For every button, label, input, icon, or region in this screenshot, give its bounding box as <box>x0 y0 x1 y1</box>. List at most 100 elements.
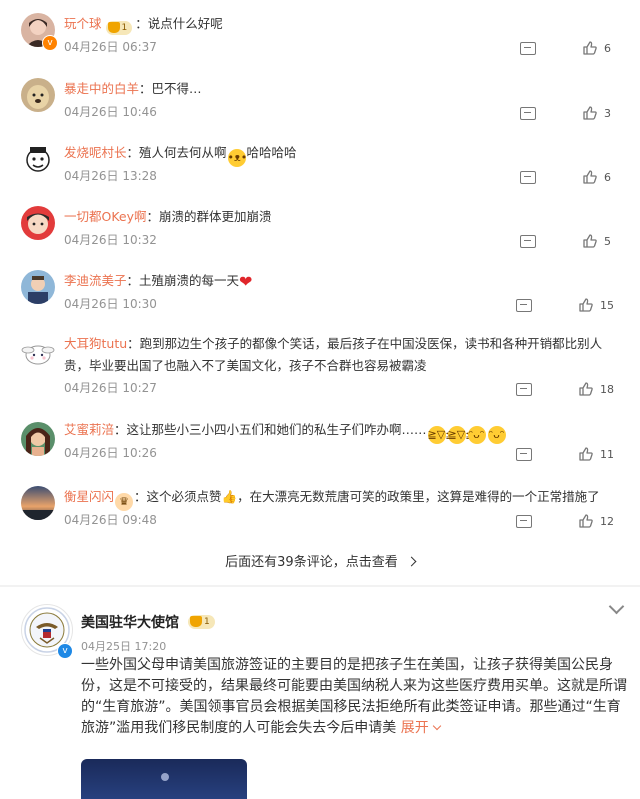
avatar[interactable] <box>21 486 55 520</box>
like-icon[interactable] <box>578 297 594 313</box>
colon: ： <box>126 145 140 160</box>
more-comments-label: 后面还有39条评论，点击查看 <box>225 555 398 570</box>
avatar[interactable] <box>21 270 55 304</box>
username[interactable]: 玩个球 <box>64 16 102 31</box>
comment-text-suffix: 哈哈哈哈 <box>246 145 297 160</box>
like-icon[interactable] <box>578 513 594 529</box>
username[interactable]: 衡星闪闪 <box>64 489 114 504</box>
doge-emoji: •ᴥ• <box>227 149 247 167</box>
colon: ： <box>139 81 152 96</box>
level-badge: 1 <box>105 21 133 35</box>
like-count: 6 <box>604 41 611 55</box>
reply-icon[interactable] <box>520 41 536 55</box>
laugh-cry-emoji: ≧▽≦ <box>447 426 474 444</box>
avatar[interactable] <box>21 422 55 456</box>
comment-text-suffix: ，在大漂亮无数荒唐可笑的政策里，这算是难得的一个正常措施了 <box>237 489 600 504</box>
username[interactable]: 艾蜜莉涪 <box>64 422 114 437</box>
colon: ： <box>114 422 127 437</box>
comment-actions: 6 <box>520 169 614 185</box>
comment-text: 土殖崩溃的每一天 <box>139 273 240 288</box>
comment-time: 04月26日 06:37 <box>64 40 157 54</box>
username[interactable]: 发烧呢村长 <box>64 145 127 160</box>
comment-actions: 12 <box>516 513 614 529</box>
expand-link[interactable]: 展开 <box>401 720 440 736</box>
comment-time: 04月26日 10:26 <box>64 446 157 460</box>
avatar[interactable] <box>21 78 55 112</box>
comment-actions: 11 <box>516 446 614 462</box>
yummy-emoji: ᵔᴗᵔ <box>487 426 506 444</box>
like-count: 6 <box>604 170 611 184</box>
comment-line: 一切都OKey啊：崩溃的群体更加崩溃 <box>64 206 622 228</box>
colon: ： <box>135 16 148 31</box>
like-icon[interactable] <box>578 381 594 397</box>
reply-icon[interactable] <box>516 298 532 312</box>
reply-icon[interactable] <box>516 514 532 528</box>
comment-line: 大耳狗tutu：跑到那边生个孩子的都像个笑话，最后孩子在中国没医保，读书和各种开… <box>64 333 616 377</box>
weibo-post: v 美国驻华大使馆 1 04月25日 17:20 一些外国父母申请美国旅游签证的… <box>0 587 640 799</box>
like-count: 12 <box>600 514 614 528</box>
comment-time: 04月26日 13:28 <box>64 169 157 183</box>
comment-line: 衡星闪闪 ♛ ：这个必须点赞👍，在大漂亮无数荒唐可笑的政策里，这算是难得的一个正常措… <box>64 486 622 511</box>
comment-text: 这个必须点赞 <box>146 489 222 504</box>
like-count: 11 <box>600 447 614 461</box>
comment-actions: 15 <box>516 297 614 313</box>
avatar[interactable] <box>21 206 55 240</box>
comment-line: 发烧呢村长：殖人何去何从啊•ᴥ•哈哈哈哈 <box>64 142 622 167</box>
colon: ： <box>134 489 147 504</box>
reply-icon[interactable] <box>516 447 532 461</box>
like-count: 18 <box>600 382 614 396</box>
username[interactable]: 大耳狗tutu <box>64 336 127 351</box>
comment-actions: 5 <box>520 233 614 249</box>
more-comments-link[interactable]: 后面还有39条评论，点击查看 <box>0 552 640 574</box>
post-author[interactable]: 美国驻华大使馆 <box>81 612 179 632</box>
comment-time: 04月26日 10:32 <box>64 233 157 247</box>
comment-line: 李迪流美子：土殖崩溃的每一天❤ <box>64 270 622 293</box>
colon: ： <box>146 209 160 224</box>
comment-time: 04月26日 09:48 <box>64 513 157 527</box>
verified-badge-icon: v <box>42 35 58 51</box>
comment-actions: 6 <box>520 40 614 56</box>
comment-line: 玩个球 1 ：说点什么好呢 <box>64 13 622 35</box>
username[interactable]: 暴走中的白羊 <box>64 81 139 96</box>
post-image[interactable] <box>81 759 247 799</box>
comment-text: 说点什么好呢 <box>147 16 223 31</box>
username[interactable]: 李迪流美子 <box>64 273 127 288</box>
like-icon[interactable] <box>582 233 598 249</box>
like-icon[interactable] <box>582 105 598 121</box>
comment-time: 04月26日 10:27 <box>64 381 157 395</box>
level-badge: 1 <box>188 615 215 629</box>
comment-text: 巴不得… <box>151 81 202 96</box>
comment-actions: 3 <box>520 105 614 121</box>
colon: ： <box>127 336 140 351</box>
reply-icon[interactable] <box>520 170 536 184</box>
like-icon[interactable] <box>582 40 598 56</box>
like-icon[interactable] <box>578 446 594 462</box>
comment-text: 跑到那边生个孩子的都像个笑话，最后孩子在中国没医保，读书和各种开销都比别人贵，毕… <box>64 336 603 373</box>
chevron-right-icon <box>406 556 417 567</box>
comment-line: 暴走中的白羊：巴不得… <box>64 78 622 100</box>
comment-text: 崩溃的群体更加崩溃 <box>159 209 272 224</box>
reply-icon[interactable] <box>520 234 536 248</box>
fan-badge-icon: ♛ <box>115 493 134 511</box>
red-heart-icon: ❤ <box>239 272 253 291</box>
laugh-cry-emoji: ≧▽≦ <box>427 426 454 444</box>
chevron-down-icon[interactable] <box>608 598 625 615</box>
comment-time: 04月26日 10:30 <box>64 297 157 311</box>
like-count: 3 <box>604 106 611 120</box>
comment-actions: 18 <box>516 381 614 397</box>
username[interactable]: 一切都OKey啊 <box>64 209 147 224</box>
avatar[interactable] <box>21 142 55 176</box>
post-body: 一些外国父母申请美国旅游签证的主要目的是把孩子生在美国，让孩子获得美国公民身份，… <box>81 657 627 736</box>
like-icon[interactable] <box>582 169 598 185</box>
verified-badge-icon: v <box>57 643 73 659</box>
post-text: 一些外国父母申请美国旅游签证的主要目的是把孩子生在美国，让孩子获得美国公民身份，… <box>81 655 629 739</box>
comment-line: 艾蜜莉涪：这让那些小三小四小五们和她们的私生子们咋办啊……≧▽≦≧▽≦ᵔᴗᵔ ᵔᴗ… <box>64 419 622 444</box>
reply-icon[interactable] <box>516 382 532 396</box>
comment-text: 这让那些小三小四小五们和她们的私生子们咋办啊…… <box>126 422 427 437</box>
comment-text: 殖人何去何从啊 <box>139 145 227 160</box>
like-count: 5 <box>604 234 611 248</box>
avatar[interactable] <box>21 336 55 370</box>
like-count: 15 <box>600 298 614 312</box>
yummy-emoji: ᵔᴗᵔ <box>467 426 486 444</box>
reply-icon[interactable] <box>520 106 536 120</box>
